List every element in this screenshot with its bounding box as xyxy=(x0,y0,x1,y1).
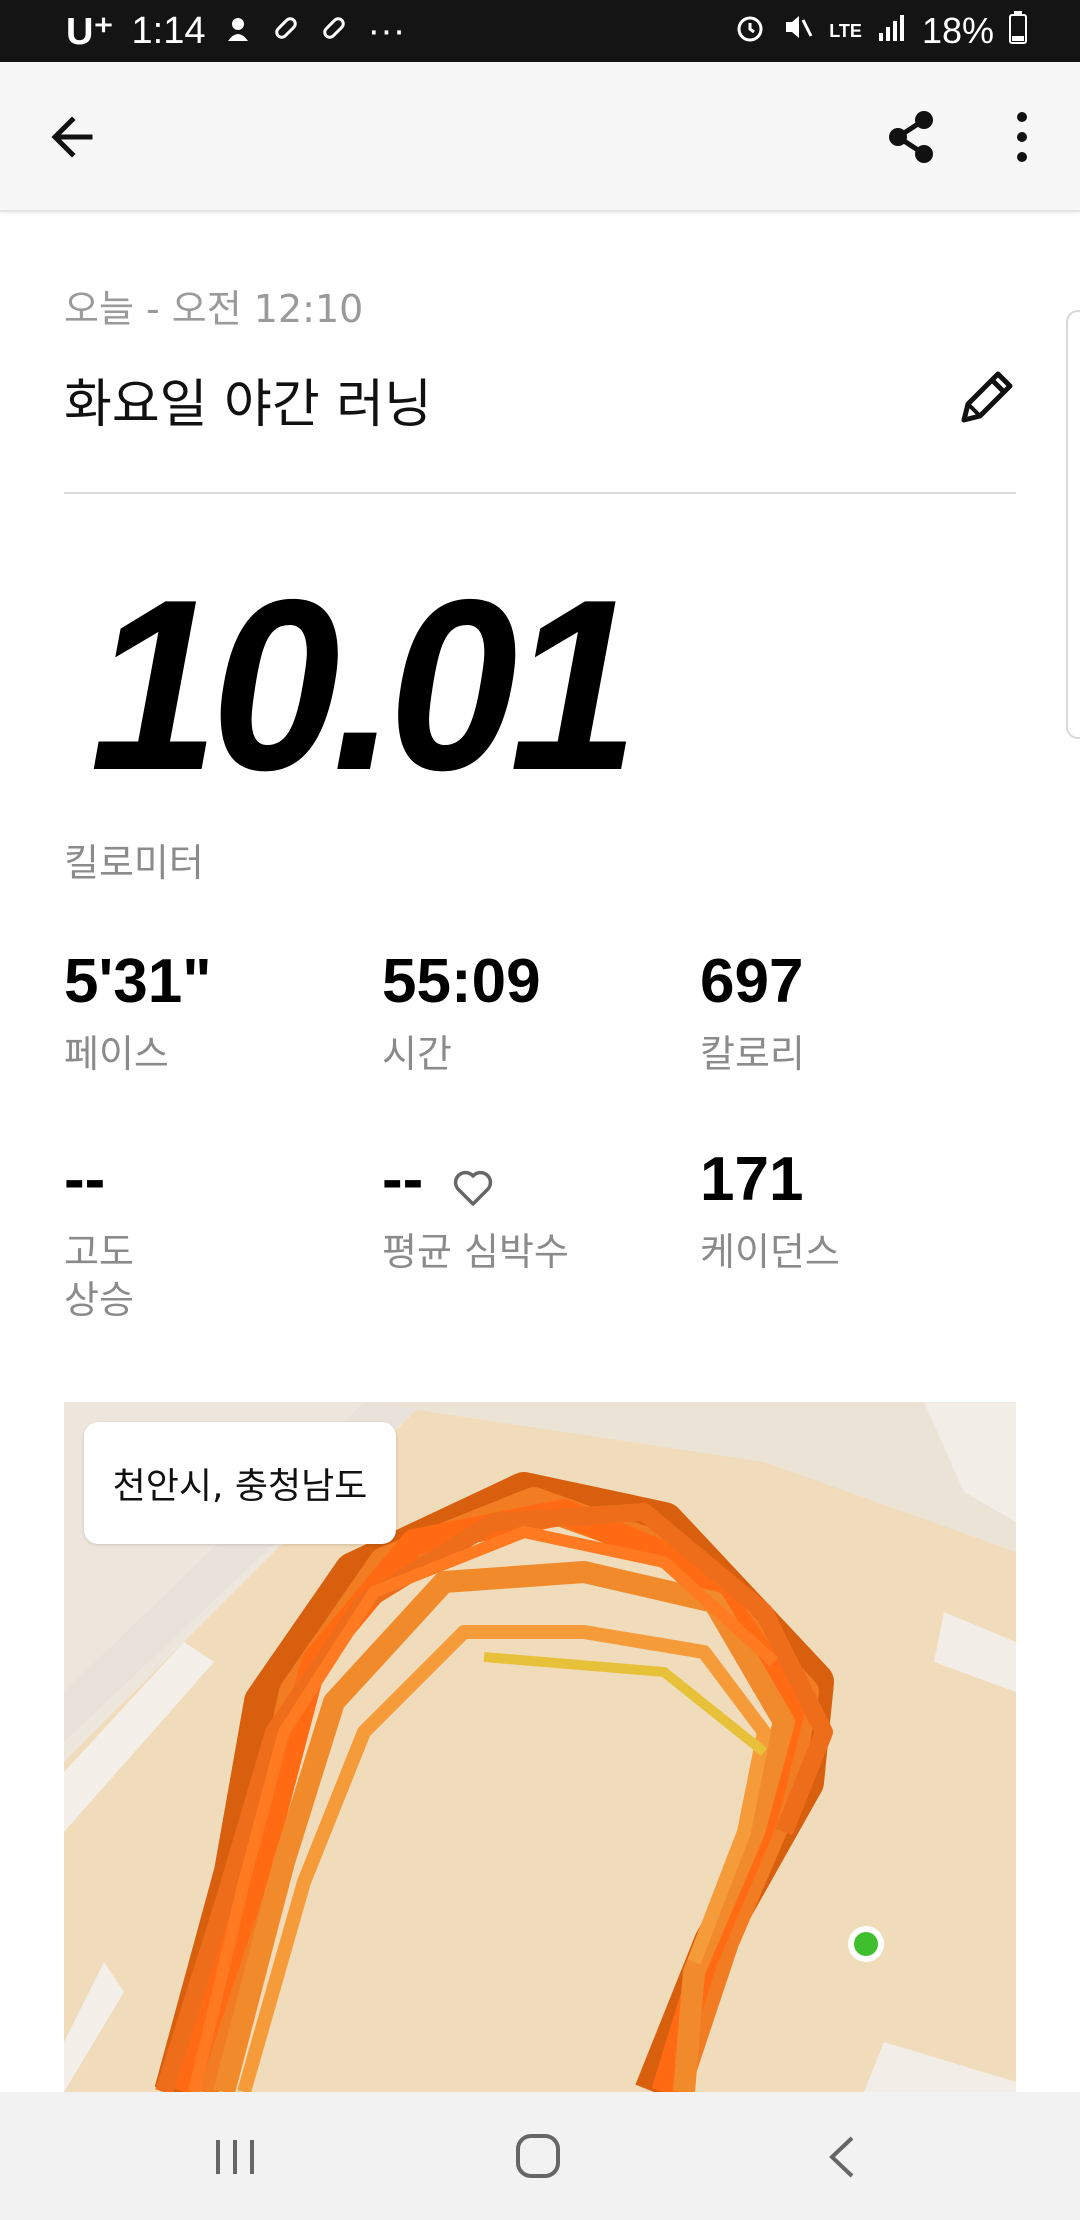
back-button[interactable] xyxy=(40,102,110,172)
cadence-label: 케이던스 xyxy=(700,1230,840,1274)
pencil-icon xyxy=(961,371,1013,423)
home-icon xyxy=(516,2134,560,2178)
more-options-button[interactable] xyxy=(990,102,1050,172)
side-panel-handle[interactable] xyxy=(1066,310,1080,739)
cadence-value: 171 xyxy=(700,1145,804,1214)
activity-title: 화요일 야간 러닝 xyxy=(64,375,432,435)
more-notifications: ··· xyxy=(367,9,406,52)
heart-rate-label: 평균 심박수 xyxy=(382,1230,569,1274)
mute-icon xyxy=(781,10,815,53)
status-bar-right: LTE 18% xyxy=(733,8,1028,54)
route-map[interactable]: 천안시, 충청남도 xyxy=(64,1402,1016,2092)
clock: 1:14 xyxy=(131,9,206,52)
home-button[interactable] xyxy=(512,2130,564,2182)
recent-apps-button[interactable] xyxy=(210,2134,260,2180)
more-vertical-icon xyxy=(1017,112,1027,162)
network-type: LTE xyxy=(829,20,862,41)
pace-label: 페이스 xyxy=(64,1032,169,1076)
elevation-label-line2: 상승 xyxy=(64,1278,134,1322)
battery-percent: 18% xyxy=(921,10,994,51)
notification-icon xyxy=(223,10,253,53)
elevation-label-line1: 고도 xyxy=(64,1230,134,1274)
pace-value: 5'31" xyxy=(64,947,212,1016)
battery-icon xyxy=(1008,10,1028,53)
system-nav-bar xyxy=(0,2092,1080,2220)
distance-value: 10.01 xyxy=(90,549,639,822)
share-icon xyxy=(889,111,933,163)
back-icon xyxy=(829,2136,854,2178)
arrow-left-icon xyxy=(51,116,93,158)
header-divider xyxy=(64,492,1016,494)
app-bar xyxy=(0,62,1080,212)
elevation-value: -- xyxy=(64,1145,106,1214)
activity-date: 오늘 - 오전 12:10 xyxy=(64,287,364,331)
status-bar: U⁺ 1:14 ··· LTE 18% xyxy=(0,0,1080,62)
edit-title-button[interactable] xyxy=(950,362,1022,434)
distance-unit: 킬로미터 xyxy=(64,841,204,885)
pill-icon-2 xyxy=(319,10,349,53)
calories-value: 697 xyxy=(700,947,804,1016)
system-back-button[interactable] xyxy=(822,2134,862,2180)
time-value: 55:09 xyxy=(382,947,541,1016)
heart-icon xyxy=(452,1168,494,1208)
pill-icon xyxy=(271,10,301,53)
alarm-icon xyxy=(733,10,767,53)
carrier-label: U⁺ xyxy=(66,10,114,53)
status-bar-left: U⁺ 1:14 ··· xyxy=(66,8,405,54)
share-button[interactable] xyxy=(876,102,946,172)
calories-label: 칼로리 xyxy=(700,1032,805,1076)
heart-rate-value: -- xyxy=(382,1145,424,1214)
signal-icon xyxy=(876,10,908,52)
time-label: 시간 xyxy=(382,1032,452,1076)
recent-apps-icon xyxy=(216,2140,254,2174)
map-location-label: 천안시, 충청남도 xyxy=(84,1422,396,1544)
